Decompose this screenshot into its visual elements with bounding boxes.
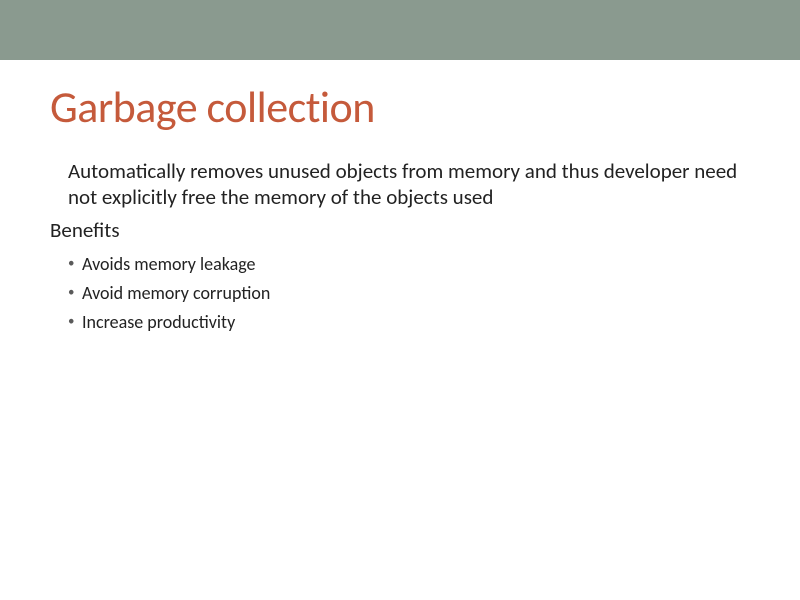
header-band [0,0,800,60]
body-paragraph: Automatically removes unused objects fro… [68,158,750,211]
benefits-list: Avoids memory leakage Avoid memory corru… [50,251,750,336]
list-item: Increase productivity [68,309,750,336]
body-block: Automatically removes unused objects fro… [50,158,750,211]
slide-content: Garbage collection Automatically removes… [0,60,800,358]
list-item: Avoid memory corruption [68,280,750,307]
slide-title: Garbage collection [50,80,750,134]
benefits-heading: Benefits [50,217,750,243]
list-item: Avoids memory leakage [68,251,750,278]
